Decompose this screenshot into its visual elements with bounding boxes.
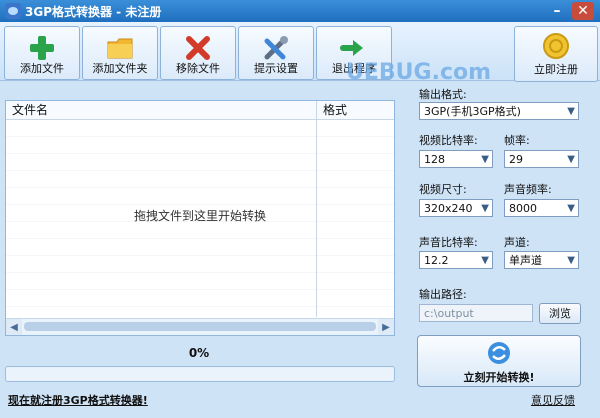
output-format-select[interactable]: 3GP(手机3GP格式) ▼	[419, 102, 579, 120]
progress-percent: 0%	[188, 346, 210, 360]
register-button[interactable]: 立即注册	[514, 26, 598, 82]
audio-rate-select[interactable]: 8000 ▼	[504, 199, 579, 217]
frame-rate-label: 帧率:	[504, 134, 530, 147]
app-icon	[5, 3, 21, 19]
frame-rate-select[interactable]: 29 ▼	[504, 150, 579, 168]
remove-file-button[interactable]: 移除文件	[160, 26, 236, 80]
chevron-down-icon: ▼	[567, 106, 575, 117]
audio-bitrate-label: 声音比特率:	[419, 236, 478, 249]
register-label: 立即注册	[534, 63, 578, 76]
output-path-field[interactable]: c:\output	[419, 304, 533, 322]
channel-label: 声道:	[504, 236, 530, 249]
start-convert-label: 立刻开始转换!	[463, 371, 535, 384]
scroll-left-icon[interactable]: ◀	[6, 319, 22, 335]
audio-rate-label: 声音频率:	[504, 183, 552, 196]
plus-icon	[30, 36, 54, 60]
register-now-link[interactable]: 现在就注册3GP格式转换器!	[8, 392, 148, 408]
frame-rate-value: 29	[509, 153, 523, 166]
video-bitrate-value: 128	[424, 153, 445, 166]
close-button[interactable]: ✕	[572, 2, 594, 20]
minimize-button[interactable]: –	[546, 2, 568, 20]
output-format-value: 3GP(手机3GP格式)	[424, 105, 521, 118]
folder-icon	[107, 38, 133, 59]
audio-bitrate-value: 12.2	[424, 254, 449, 267]
video-bitrate-label: 视频比特率:	[419, 134, 478, 147]
audio-rate-value: 8000	[509, 202, 537, 215]
column-header-format[interactable]: 格式	[317, 101, 394, 119]
toolbar: 添加文件 添加文件夹 移除文件 提示设置 退出程序 UEBUG.com	[0, 22, 600, 85]
close-icon	[186, 36, 210, 60]
chevron-down-icon: ▼	[481, 203, 489, 214]
file-list[interactable]: 文件名 格式 拖拽文件到这里开始转换 ◀ ▶	[5, 100, 395, 336]
convert-icon	[488, 342, 510, 364]
scrollbar-thumb[interactable]	[24, 322, 376, 331]
window-title: 3GP格式转换器 - 未注册	[25, 4, 162, 19]
audio-bitrate-select[interactable]: 12.2 ▼	[419, 251, 493, 269]
start-convert-button[interactable]: 立刻开始转换!	[417, 335, 581, 387]
settings-button[interactable]: 提示设置	[238, 26, 314, 80]
output-path-label: 输出路径:	[419, 288, 467, 301]
column-header-filename[interactable]: 文件名	[6, 101, 317, 119]
window-controls: – ✕	[546, 2, 594, 20]
chevron-down-icon: ▼	[481, 255, 489, 266]
chevron-down-icon: ▼	[567, 154, 575, 165]
horizontal-scrollbar[interactable]: ◀ ▶	[6, 318, 394, 335]
file-list-header: 文件名 格式	[6, 101, 394, 120]
video-size-label: 视频尺寸:	[419, 183, 467, 196]
coin-icon	[543, 33, 569, 59]
tools-icon	[264, 36, 288, 60]
channel-value: 单声道	[509, 254, 542, 267]
browse-button[interactable]: 浏览	[539, 303, 581, 324]
channel-select[interactable]: 单声道 ▼	[504, 251, 579, 269]
output-format-label: 输出格式:	[419, 88, 467, 101]
chevron-down-icon: ▼	[567, 255, 575, 266]
add-folder-button[interactable]: 添加文件夹	[82, 26, 158, 80]
title-bar: 3GP格式转换器 - 未注册 – ✕	[0, 0, 600, 22]
video-size-value: 320x240	[424, 202, 473, 215]
drop-hint: 拖拽文件到这里开始转换	[133, 209, 266, 223]
add-file-button[interactable]: 添加文件	[4, 26, 80, 80]
feedback-link[interactable]: 意见反馈	[531, 392, 575, 408]
progress-bar	[5, 366, 395, 382]
scroll-right-icon[interactable]: ▶	[378, 319, 394, 335]
video-bitrate-select[interactable]: 128 ▼	[419, 150, 493, 168]
chevron-down-icon: ▼	[567, 203, 575, 214]
chevron-down-icon: ▼	[481, 154, 489, 165]
video-size-select[interactable]: 320x240 ▼	[419, 199, 493, 217]
